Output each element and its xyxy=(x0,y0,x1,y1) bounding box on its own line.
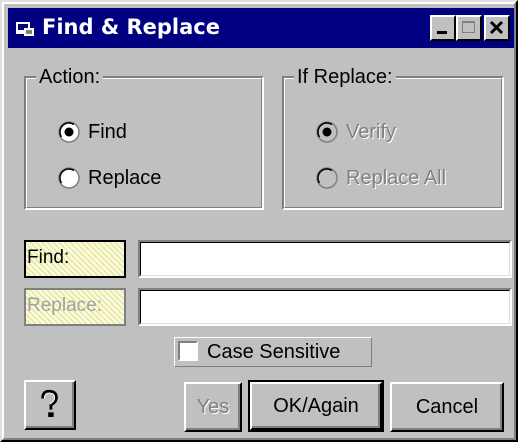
find-label-text: Find: xyxy=(27,247,70,268)
window-icon[interactable] xyxy=(16,20,34,36)
yes-button-label: Yes xyxy=(196,396,230,418)
find-replace-dialog: Find & Replace Action: Find Replace If R… xyxy=(0,0,518,442)
find-input[interactable] xyxy=(144,245,504,271)
minimize-button[interactable] xyxy=(430,15,456,41)
replace-label: Replace: xyxy=(24,288,126,326)
replace-input[interactable] xyxy=(144,293,504,319)
cancel-button[interactable]: Cancel xyxy=(390,382,504,432)
radio-find[interactable]: Find xyxy=(58,120,238,144)
replace-field[interactable] xyxy=(138,288,512,326)
maximize-button[interactable] xyxy=(456,15,482,41)
radio-selected-icon[interactable] xyxy=(58,121,80,143)
radio-unselected-icon[interactable] xyxy=(58,167,80,189)
replace-label-text: Replace: xyxy=(27,295,102,316)
radio-verify[interactable]: Verify xyxy=(316,120,496,144)
find-label: Find: xyxy=(24,240,126,278)
case-sensitive-label: Case Sensitive xyxy=(207,341,341,363)
ok-again-button-label: OK/Again xyxy=(273,395,359,417)
checkbox-box[interactable] xyxy=(178,341,198,361)
ok-again-button[interactable]: OK/Again xyxy=(248,380,384,432)
close-button[interactable] xyxy=(484,15,510,41)
radio-verify-label: Verify xyxy=(346,121,397,143)
action-group: Action: Find Replace xyxy=(24,66,264,210)
radio-unselected-disabled-icon[interactable] xyxy=(316,167,338,189)
help-icon xyxy=(41,389,58,417)
help-button[interactable] xyxy=(24,380,76,430)
action-group-legend: Action: xyxy=(36,66,104,88)
case-sensitive-checkbox[interactable]: Case Sensitive xyxy=(174,337,372,367)
radio-replace[interactable]: Replace xyxy=(58,166,238,190)
close-icon xyxy=(489,20,504,35)
if-replace-group: If Replace: Verify Replace All xyxy=(282,66,504,210)
if-replace-group-legend: If Replace: xyxy=(294,66,396,88)
radio-selected-disabled-icon[interactable] xyxy=(316,121,338,143)
cancel-button-label: Cancel xyxy=(415,396,479,418)
radio-replace-label: Replace xyxy=(88,167,162,189)
radio-replace-all-label: Replace All xyxy=(346,167,447,189)
maximize-icon xyxy=(462,21,475,33)
yes-button[interactable]: Yes xyxy=(184,382,242,432)
find-field[interactable] xyxy=(138,240,512,278)
radio-find-label: Find xyxy=(88,121,127,143)
minimize-icon xyxy=(437,31,447,34)
window-title: Find & Replace xyxy=(42,15,220,39)
title-bar[interactable]: Find & Replace xyxy=(8,8,514,48)
radio-replace-all[interactable]: Replace All xyxy=(316,166,496,190)
